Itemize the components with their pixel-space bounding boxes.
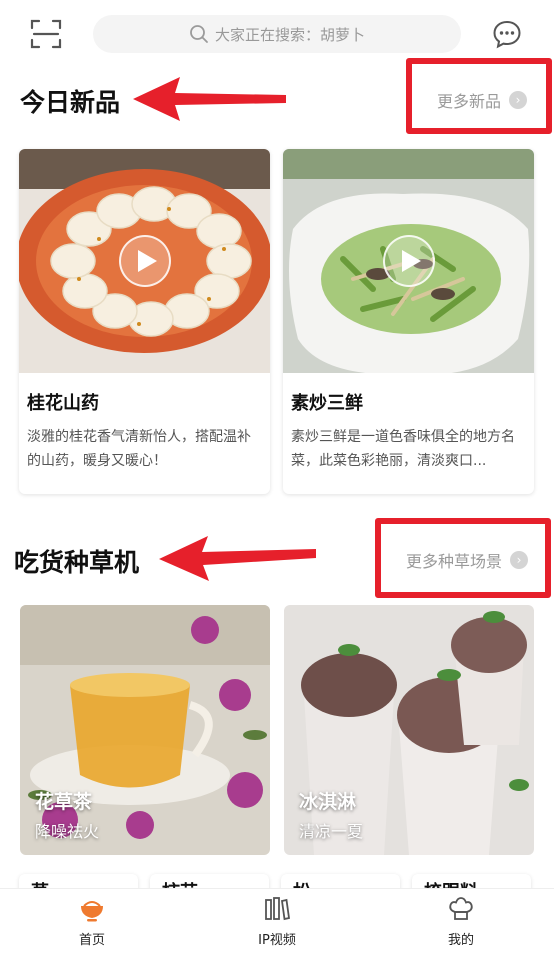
card-title: 素炒三鲜 <box>291 393 363 414</box>
dish-image <box>283 149 534 373</box>
nav-label: IP视频 <box>258 933 296 948</box>
annotation-box <box>375 518 551 598</box>
product-card[interactable]: 桂花山药 淡雅的桂花香气清新怡人，搭配温补的山药，暖身又暖心！ <box>19 149 270 494</box>
search-placeholder: 大家正在搜索：胡萝卜 <box>214 25 365 44</box>
section-title-new: 今日新品 <box>20 88 121 117</box>
scene-subtitle: 降噪祛火 <box>35 822 100 841</box>
play-icon[interactable] <box>382 235 435 287</box>
scene-name: 冰淇淋 <box>299 791 357 813</box>
nav-item-ip-video[interactable]: IP视频 <box>217 895 337 948</box>
bowl-icon <box>81 901 103 922</box>
play-icon[interactable] <box>118 235 171 287</box>
chef-hat-icon <box>449 897 473 920</box>
annotation-arrow <box>133 77 286 121</box>
books-icon <box>265 897 291 921</box>
product-card[interactable]: 素炒三鲜 素炒三鲜是一道色香味俱全的地方名菜，此菜色彩艳丽，清淡爽口... <box>283 149 534 494</box>
nav-item-profile[interactable]: 我的 <box>401 895 521 948</box>
nav-label: 我的 <box>447 933 474 948</box>
scene-card[interactable]: 冰淇淋 清凉一夏 <box>284 605 534 855</box>
bottom-nav: 首页 IP视频 我的 <box>0 888 554 954</box>
annotation-arrow <box>159 536 316 581</box>
card-desc: 素炒三鲜是一道色香味俱全的地方名菜，此菜色彩艳丽，清淡爽口... <box>291 429 515 469</box>
section-title-grass: 吃货种草机 <box>14 548 140 577</box>
message-icon[interactable] <box>492 19 522 49</box>
nav-label: 首页 <box>78 933 105 948</box>
dish-image <box>19 149 270 373</box>
scene-card[interactable]: 花草茶 降噪祛火 <box>20 605 270 855</box>
scene-name: 花草茶 <box>35 791 93 813</box>
app-page: 大家正在搜索：胡萝卜 今日新品 更多新品 › 桂花山药 淡雅的桂花香气清新怡人，… <box>0 0 554 954</box>
scene-subtitle: 清凉一夏 <box>299 822 364 841</box>
search-icon <box>190 25 208 43</box>
annotation-box <box>406 58 552 134</box>
search-input[interactable]: 大家正在搜索：胡萝卜 <box>93 15 461 53</box>
card-desc: 淡雅的桂花香气清新怡人，搭配温补的山药，暖身又暖心！ <box>27 429 251 469</box>
nav-item-home[interactable]: 首页 <box>32 895 152 948</box>
card-title: 桂花山药 <box>27 393 99 414</box>
scan-icon[interactable] <box>30 18 62 50</box>
